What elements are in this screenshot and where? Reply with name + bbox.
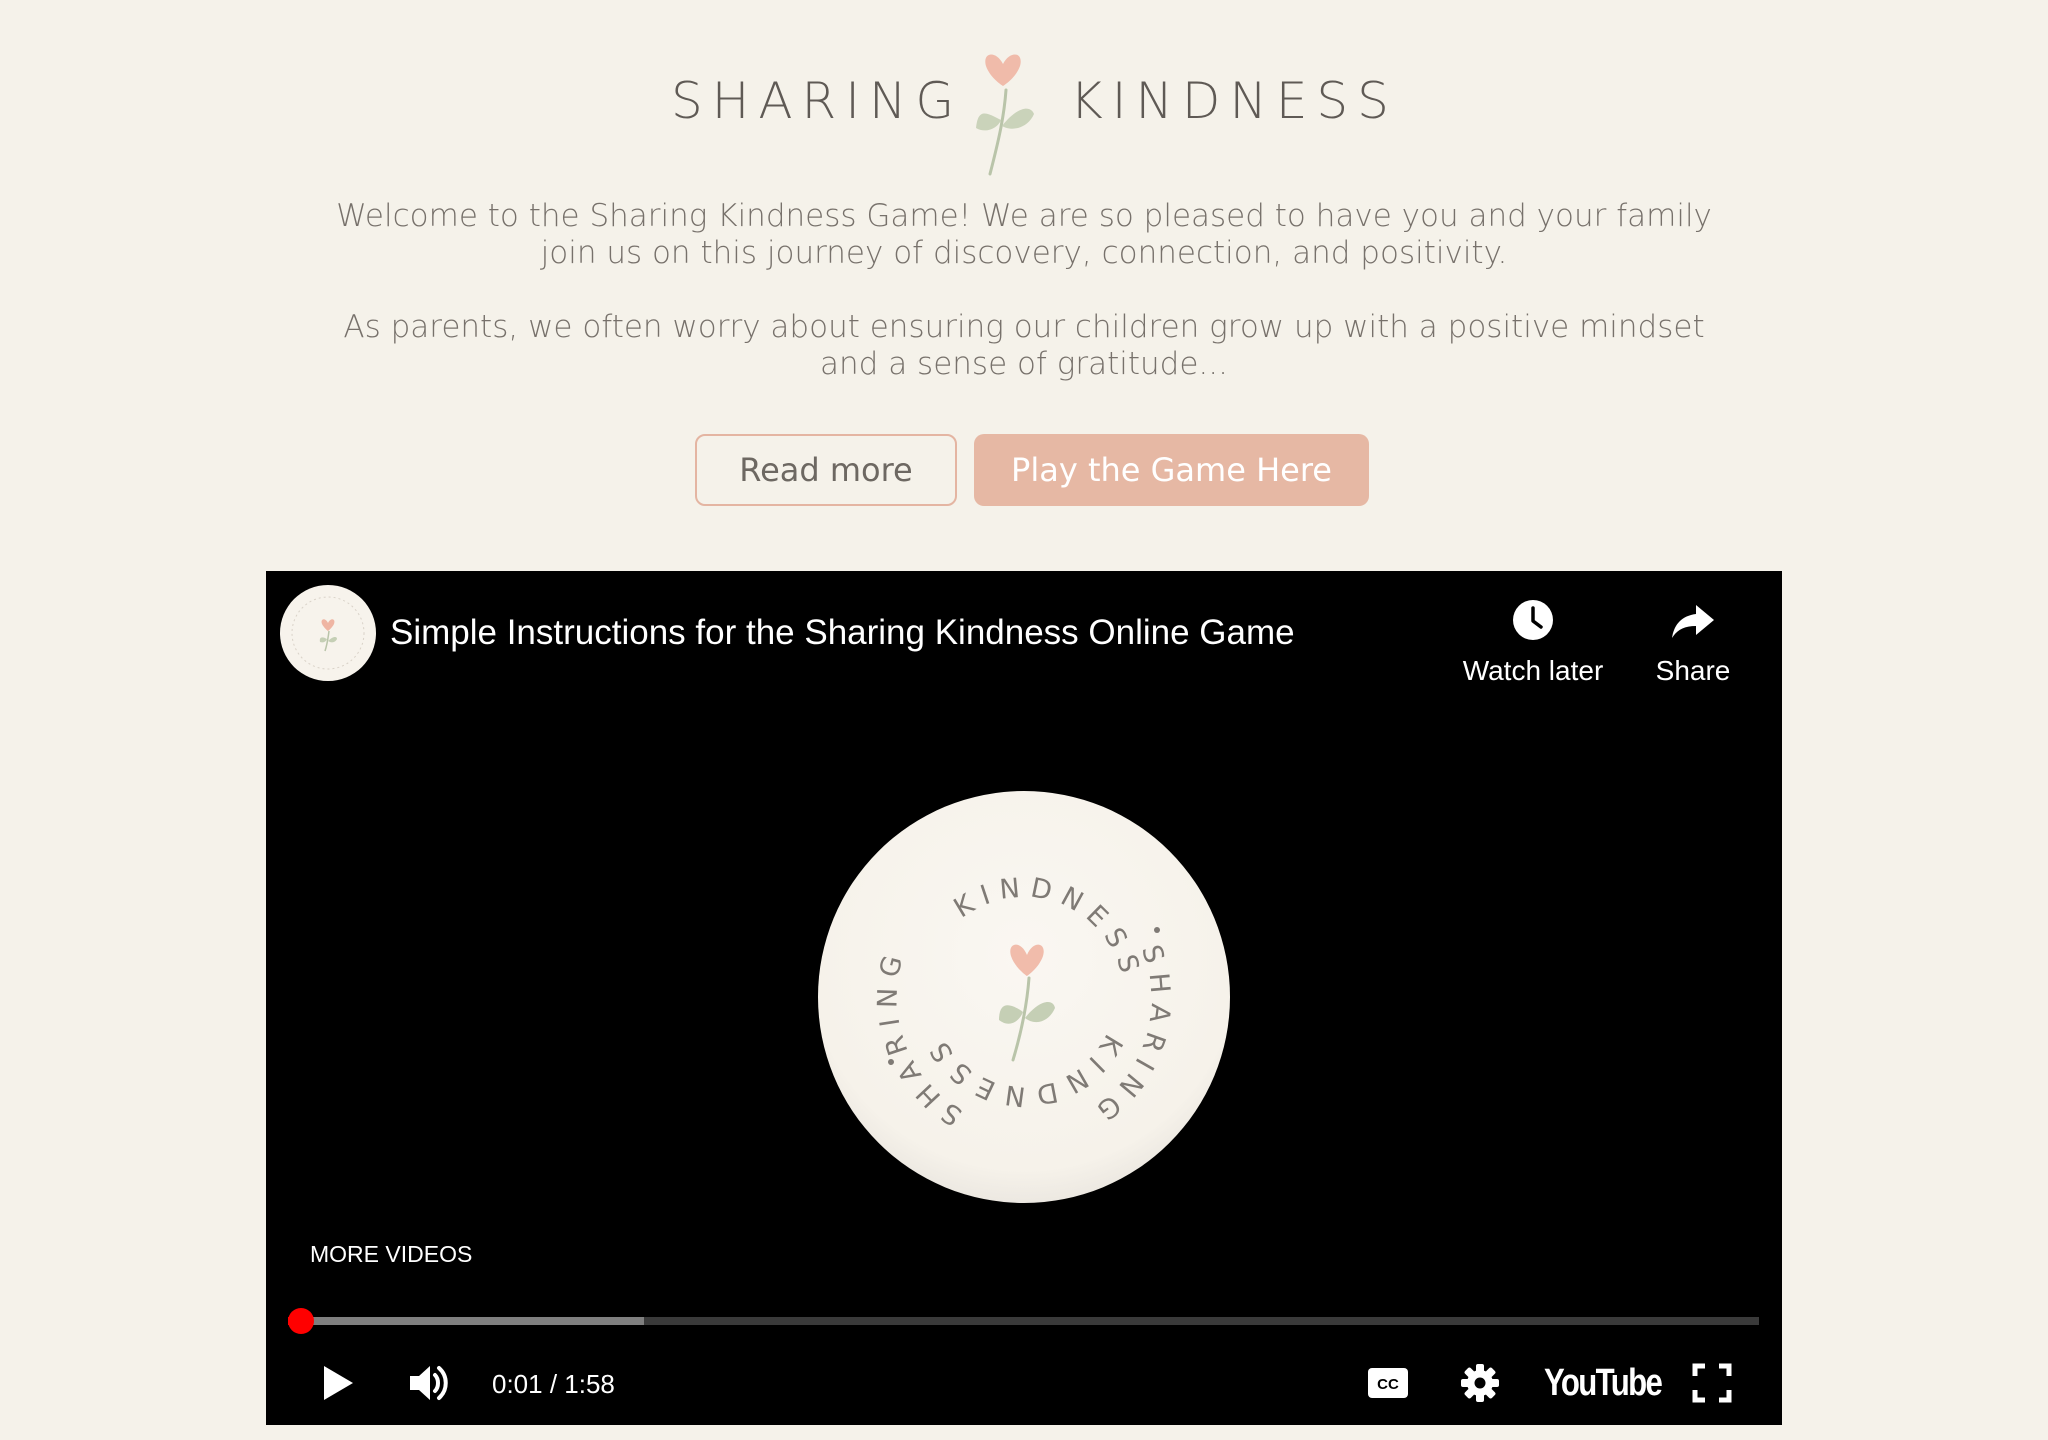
share-label: Share [1655, 655, 1731, 686]
captions-button[interactable]: CC [1360, 1355, 1416, 1411]
site-logo[interactable]: SHARING KINDNESS [0, 18, 2048, 176]
video-thumbnail-logo: KINDNESS SHARING SHARING KINDNESS [818, 791, 1230, 1203]
settings-button[interactable] [1452, 1355, 1508, 1411]
intro-paragraph-1: Welcome to the Sharing Kindness Game! We… [336, 198, 1712, 271]
flower-logo-icon [976, 54, 1034, 176]
logo-word-kindness: KINDNESS [1070, 72, 1398, 130]
watch-later-label: Watch later [1462, 655, 1604, 686]
read-more-button[interactable]: Read more [695, 434, 957, 506]
cc-icon: CC [1368, 1368, 1408, 1398]
more-videos-label[interactable]: MORE VIDEOS [310, 1241, 472, 1268]
volume-button[interactable] [402, 1355, 458, 1411]
svg-text:CC: CC [1377, 1376, 1399, 1393]
video-title[interactable]: Simple Instructions for the Sharing Kind… [390, 613, 1295, 653]
progress-buffered [288, 1317, 644, 1325]
share-button[interactable]: Share [1613, 597, 1773, 687]
time-display: 0:01 / 1:58 [492, 1369, 615, 1399]
video-player[interactable]: Simple Instructions for the Sharing Kind… [266, 571, 1782, 1425]
volume-icon [410, 1366, 448, 1400]
intro-paragraph-2: As parents, we often worry about ensurin… [343, 309, 1705, 382]
channel-logo-icon [291, 596, 365, 670]
play-button[interactable] [310, 1355, 366, 1411]
progress-bar[interactable] [287, 1308, 1759, 1334]
clock-icon [1513, 600, 1553, 640]
intro-text: Welcome to the Sharing Kindness Game! We… [324, 198, 1724, 420]
channel-avatar[interactable] [280, 585, 376, 681]
logo-word-sharing: SHARING [671, 72, 964, 130]
watch-later-button[interactable]: Watch later [1453, 597, 1613, 687]
play-icon [324, 1366, 353, 1400]
player-controls: 0:01 / 1:58 CC YouTube [266, 1341, 1782, 1425]
play-game-button[interactable]: Play the Game Here [974, 434, 1369, 506]
share-arrow-icon [1672, 605, 1714, 638]
fullscreen-icon [1692, 1363, 1732, 1403]
fullscreen-button[interactable] [1684, 1355, 1740, 1411]
youtube-logo[interactable]: YouTube [1544, 1363, 1663, 1403]
gear-icon [1461, 1364, 1499, 1402]
progress-scrubber-handle[interactable] [287, 1308, 314, 1334]
